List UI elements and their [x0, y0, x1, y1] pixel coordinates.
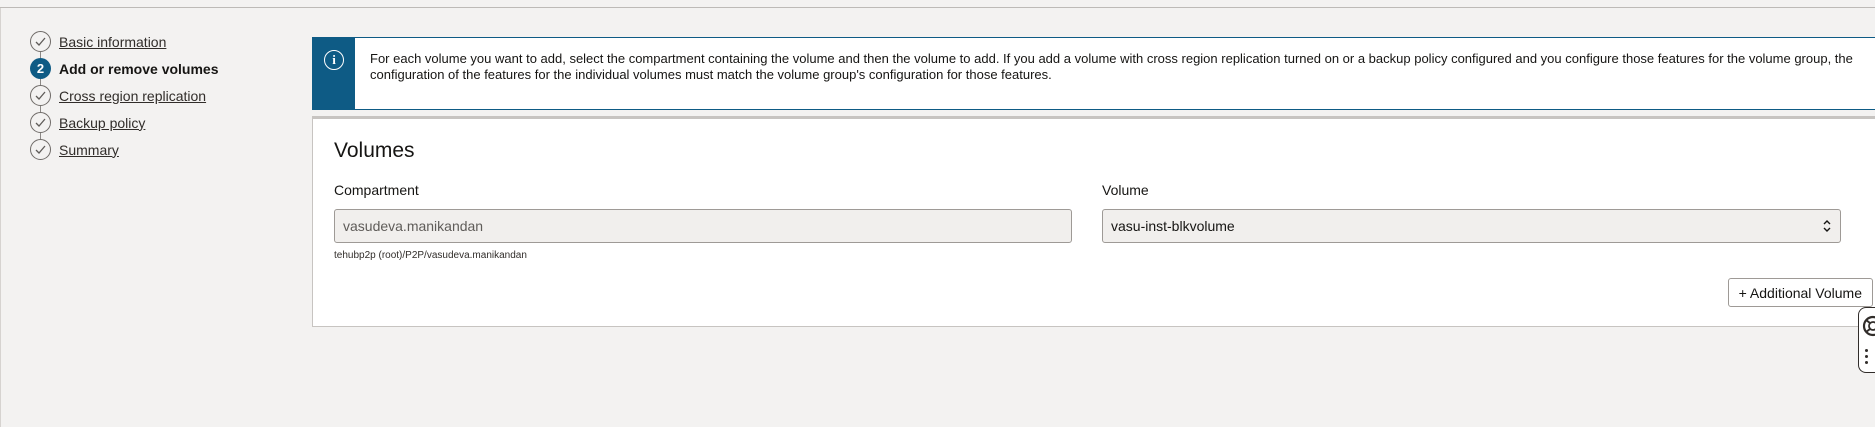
step-label[interactable]: Basic information — [59, 34, 166, 50]
step-number-badge: 2 — [30, 58, 51, 79]
more-dots-icon — [1865, 349, 1869, 367]
lifebuoy-icon — [1862, 315, 1875, 337]
check-circle-icon — [30, 139, 51, 160]
wizard-steps: Basic information 2 Add or remove volume… — [30, 28, 219, 163]
compartment-input[interactable] — [334, 209, 1072, 243]
step-summary[interactable]: Summary — [30, 136, 219, 163]
step-cross-region-replication[interactable]: Cross region replication — [30, 82, 219, 112]
compartment-label: Compartment — [334, 182, 419, 198]
info-banner-strip: i — [313, 38, 355, 109]
select-arrows-icon — [1822, 218, 1832, 234]
step-basic-information[interactable]: Basic information — [30, 28, 219, 58]
volume-label: Volume — [1102, 182, 1149, 198]
check-circle-icon — [30, 31, 51, 52]
step-label[interactable]: Cross region replication — [59, 88, 206, 104]
volumes-panel: Volumes Compartment tehubp2p (root)/P2P/… — [312, 116, 1875, 327]
step-label: Add or remove volumes — [59, 60, 219, 77]
step-backup-policy[interactable]: Backup policy — [30, 109, 219, 139]
volume-select[interactable]: vasu-inst-blkvolume — [1102, 209, 1841, 243]
compartment-path: tehubp2p (root)/P2P/vasudeva.manikandan — [334, 250, 527, 261]
info-banner: i For each volume you want to add, selec… — [312, 37, 1875, 110]
left-edge-divider — [0, 8, 1, 427]
check-circle-icon — [30, 112, 51, 133]
top-divider — [0, 0, 1875, 8]
info-icon: i — [324, 50, 344, 70]
step-label[interactable]: Backup policy — [59, 115, 145, 131]
step-label[interactable]: Summary — [59, 142, 119, 158]
step-add-or-remove-volumes: 2 Add or remove volumes — [30, 55, 219, 85]
help-widget[interactable] — [1858, 307, 1875, 373]
volume-select-value: vasu-inst-blkvolume — [1111, 218, 1235, 234]
check-circle-icon — [30, 85, 51, 106]
info-banner-text: For each volume you want to add, select … — [370, 51, 1853, 82]
additional-volume-button[interactable]: + Additional Volume — [1727, 278, 1873, 307]
volumes-title: Volumes — [334, 139, 415, 162]
